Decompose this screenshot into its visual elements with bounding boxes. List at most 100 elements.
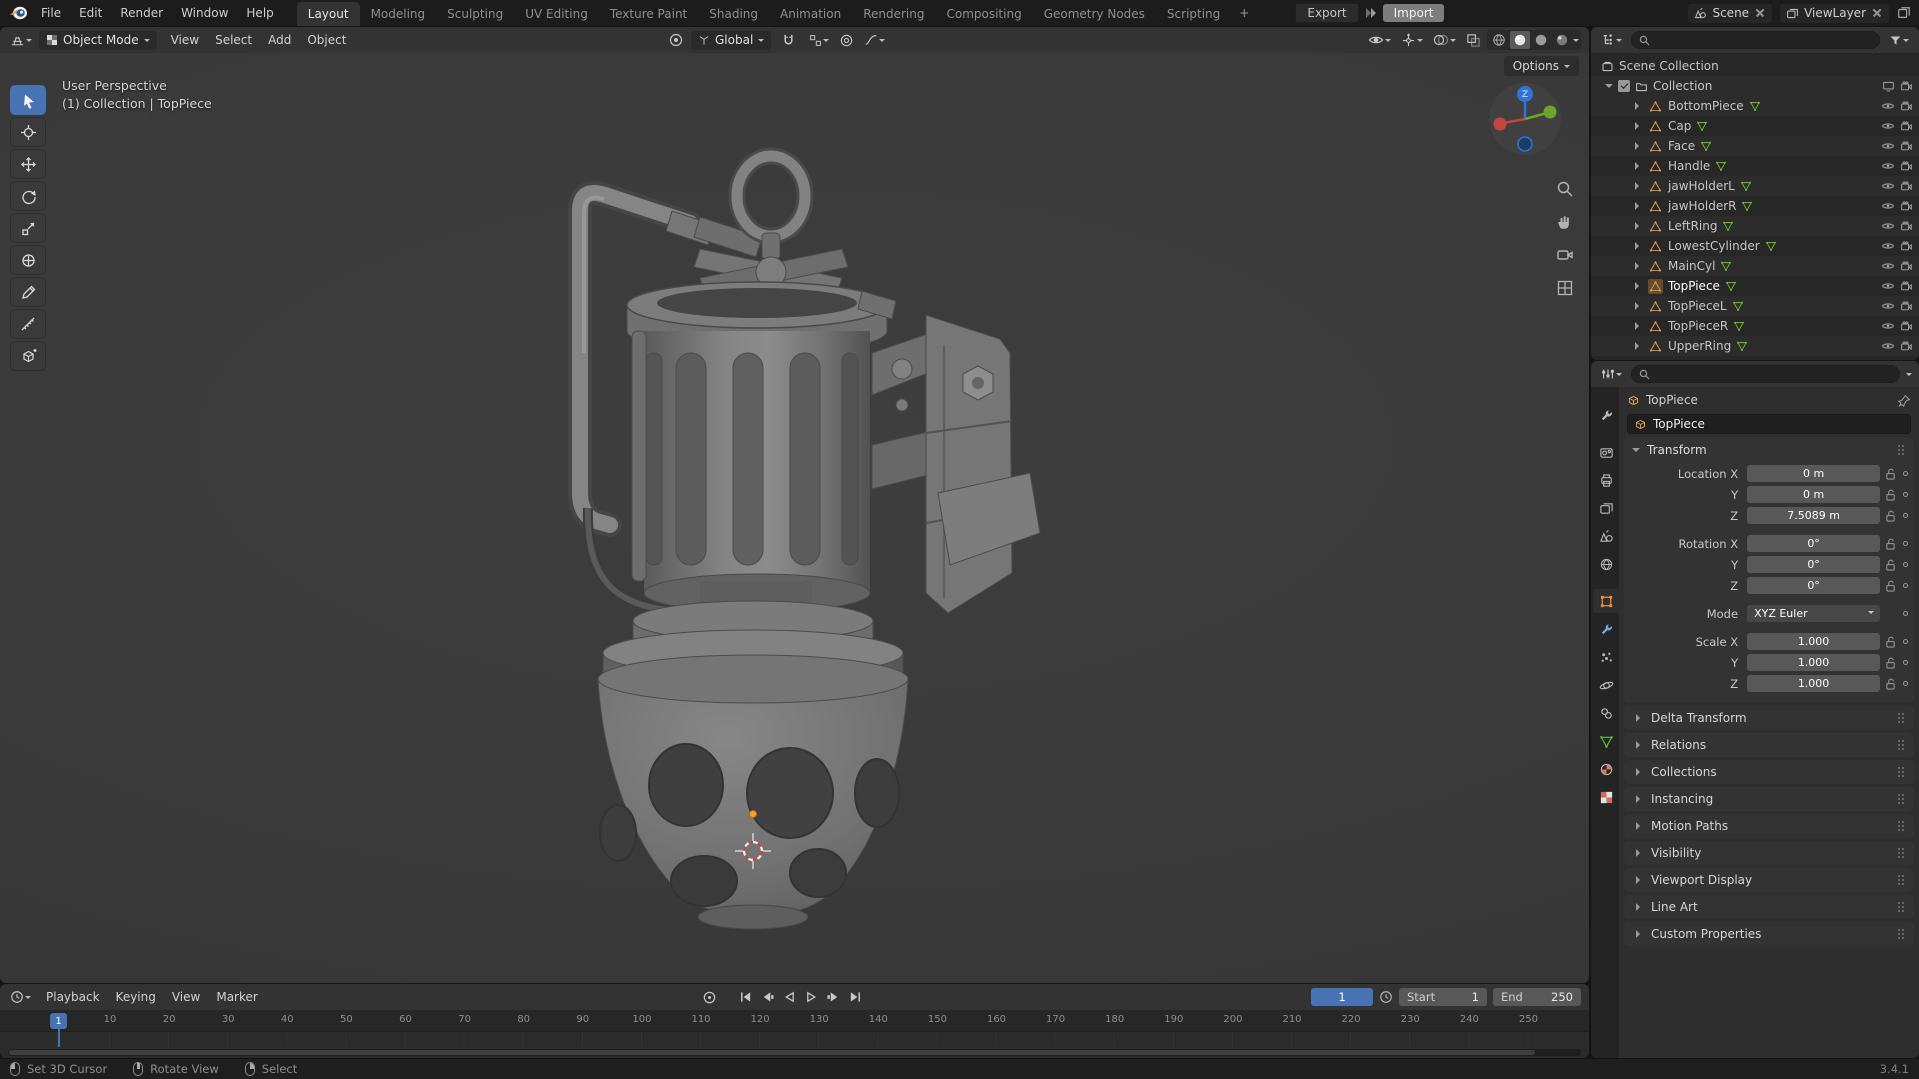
tab-particles[interactable] — [1593, 645, 1619, 669]
render-toggle-icon[interactable] — [1900, 80, 1913, 93]
tab-physics[interactable] — [1593, 673, 1619, 697]
shading-solid-button[interactable] — [1510, 31, 1530, 49]
filter-dropdown[interactable] — [1886, 32, 1912, 49]
field-value[interactable]: 7.5089 m — [1747, 507, 1881, 524]
scrollbar-handle[interactable] — [9, 1050, 1535, 1055]
outliner-search-input[interactable] — [1631, 31, 1880, 49]
disclosure-triangle-icon[interactable] — [1635, 282, 1643, 290]
snap-settings-dropdown[interactable] — [806, 32, 832, 49]
tab-scene[interactable] — [1593, 524, 1619, 548]
render-toggle-icon[interactable] — [1900, 320, 1913, 333]
blender-logo-icon[interactable] — [8, 4, 30, 22]
pan-hand-icon[interactable] — [1553, 210, 1577, 234]
properties-section-header[interactable]: Collections — [1624, 760, 1914, 784]
render-toggle-icon[interactable] — [1900, 160, 1913, 173]
workspace-tab[interactable]: Shading — [698, 2, 769, 26]
breadcrumb-object-label[interactable]: TopPiece — [1646, 393, 1698, 407]
mode-dropdown[interactable]: Object Mode — [39, 30, 157, 50]
field-value[interactable]: 0 m — [1747, 486, 1881, 503]
hide-eye-icon[interactable] — [1881, 100, 1895, 112]
outliner-object-row[interactable]: UpperRing — [1591, 336, 1919, 356]
properties-section-header[interactable]: Custom Properties — [1624, 922, 1914, 946]
disclosure-triangle-icon[interactable] — [1635, 142, 1643, 150]
editor-type-button[interactable] — [7, 988, 34, 1006]
proportional-editing-icon[interactable] — [839, 33, 854, 48]
panel-grip-icon[interactable] — [1898, 901, 1906, 913]
tab-object-data[interactable] — [1593, 729, 1619, 753]
transform-panel-header[interactable]: Transform — [1624, 438, 1914, 462]
object-name-field[interactable]: TopPiece — [1627, 414, 1911, 434]
import-button[interactable]: Import — [1382, 4, 1445, 22]
disclosure-triangle-icon[interactable] — [1605, 84, 1613, 92]
properties-section-header[interactable]: Visibility — [1624, 841, 1914, 865]
tab-render[interactable] — [1593, 440, 1619, 464]
pin-icon[interactable] — [1898, 394, 1911, 407]
tab-constraints[interactable] — [1593, 701, 1619, 725]
hide-eye-icon[interactable] — [1881, 240, 1895, 252]
lock-open-icon[interactable] — [1885, 580, 1896, 592]
render-toggle-icon[interactable] — [1900, 220, 1913, 233]
disclosure-triangle-icon[interactable] — [1635, 262, 1643, 270]
tool-add-cube[interactable] — [10, 341, 46, 371]
panel-grip-icon[interactable] — [1898, 793, 1906, 805]
viewport-menu[interactable]: Add — [260, 29, 299, 51]
new-viewlayer-icon[interactable] — [1897, 6, 1911, 20]
workspace-tab[interactable]: Geometry Nodes — [1033, 2, 1156, 26]
hide-eye-icon[interactable] — [1881, 140, 1895, 152]
render-toggle-icon[interactable] — [1900, 300, 1913, 313]
editor-type-button[interactable] — [1598, 31, 1625, 49]
view-camera-icon[interactable] — [1553, 243, 1577, 267]
viewlayer-selector[interactable]: ViewLayer — [1780, 3, 1889, 23]
disclosure-triangle-icon[interactable] — [1635, 102, 1643, 110]
options-dropdown[interactable]: Options — [1503, 56, 1579, 76]
workspace-tab[interactable]: Texture Paint — [599, 2, 698, 26]
timeline-scrollbar[interactable] — [8, 1049, 1581, 1056]
scene-unlink-button[interactable] — [1754, 7, 1766, 19]
lock-open-icon[interactable] — [1885, 538, 1896, 550]
disclosure-triangle-icon[interactable] — [1635, 202, 1643, 210]
field-value[interactable]: 0 m — [1747, 465, 1881, 482]
playhead-frame-badge[interactable]: 1 — [50, 1013, 67, 1029]
topbar-menu[interactable]: Window — [172, 2, 237, 24]
topbar-menu[interactable]: Help — [237, 2, 282, 24]
tab-texture[interactable] — [1593, 785, 1619, 809]
disclosure-triangle-icon[interactable] — [1635, 242, 1643, 250]
tool-transform[interactable] — [10, 245, 46, 275]
hide-eye-icon[interactable] — [1881, 220, 1895, 232]
workspace-tab[interactable]: UV Editing — [514, 2, 599, 26]
lock-open-icon[interactable] — [1885, 678, 1896, 690]
properties-search-input[interactable] — [1631, 365, 1900, 383]
lock-open-icon[interactable] — [1885, 510, 1896, 522]
tool-rotate[interactable] — [10, 181, 46, 211]
gizmos-toggle[interactable] — [1398, 31, 1426, 50]
field-value[interactable]: XYZ Euler — [1747, 605, 1881, 622]
animate-dot-icon[interactable] — [1903, 660, 1908, 665]
disclosure-triangle-icon[interactable] — [1635, 122, 1643, 130]
panel-grip-icon[interactable] — [1898, 847, 1906, 859]
jump-to-start-button[interactable] — [736, 988, 755, 1006]
tab-world[interactable] — [1593, 552, 1619, 576]
export-button[interactable]: Export — [1295, 3, 1359, 23]
hide-eye-icon[interactable] — [1881, 340, 1895, 352]
panel-grip-icon[interactable] — [1898, 766, 1906, 778]
tool-move[interactable] — [10, 149, 46, 179]
zoom-icon[interactable] — [1553, 177, 1577, 201]
next-keyframe-button[interactable] — [824, 988, 843, 1006]
auto-key-icon[interactable] — [700, 988, 719, 1006]
field-value[interactable]: 1.000 — [1747, 654, 1881, 671]
disclosure-triangle-icon[interactable] — [1635, 162, 1643, 170]
play-reverse-button[interactable] — [780, 988, 799, 1006]
field-value[interactable]: 1.000 — [1747, 675, 1881, 692]
tab-output[interactable] — [1593, 468, 1619, 492]
animate-dot-icon[interactable] — [1903, 562, 1908, 567]
collection-checkbox[interactable] — [1618, 80, 1630, 92]
hide-eye-icon[interactable] — [1881, 280, 1895, 292]
viewport-menu[interactable]: Object — [299, 29, 354, 51]
outliner-object-row[interactable]: BottomPiece — [1591, 96, 1919, 116]
play-button[interactable] — [802, 988, 821, 1006]
chevron-down-icon[interactable] — [1906, 373, 1912, 379]
outliner-object-row[interactable]: MainCyl — [1591, 256, 1919, 276]
tool-annotate[interactable] — [10, 277, 46, 307]
render-toggle-icon[interactable] — [1900, 200, 1913, 213]
timeline-ruler[interactable]: 10 20 30 40 50 60 70 80 90 100 110 120 130 140 150 160 1… — [0, 1010, 1589, 1032]
